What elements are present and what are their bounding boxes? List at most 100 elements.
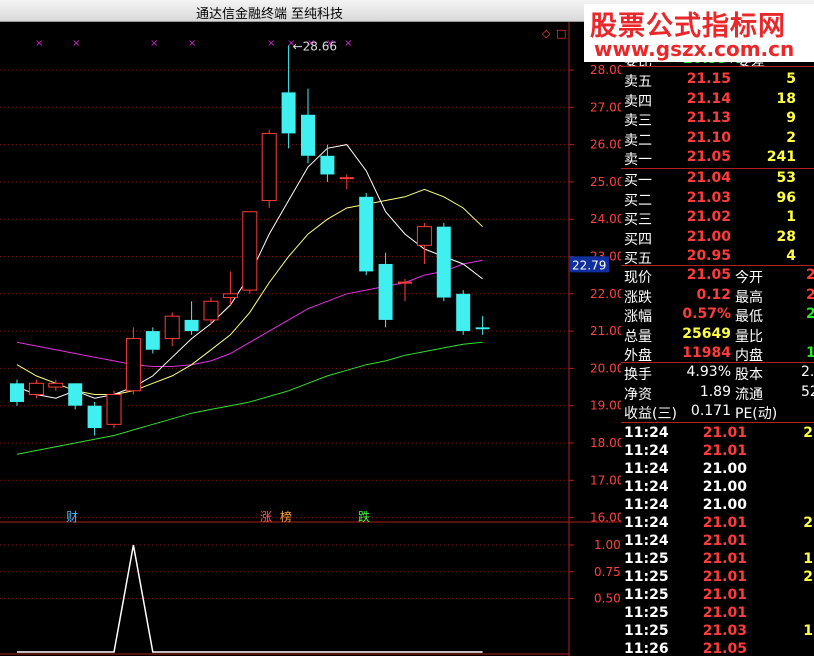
tick-volume: 2 [803,515,813,531]
candle-body [87,405,102,429]
candle-body [222,293,238,299]
stat-value: 2. [801,364,814,380]
tick-time: 11:24 [624,425,669,441]
buy-price: 21.03 [686,189,731,206]
marker-die: 跌 [358,509,370,524]
sell-volume: 18 [776,90,796,107]
stat-row: 外盘 11984 内盘 1 [621,344,814,364]
candle-body [106,394,122,425]
stat-value: 0.57% [682,306,731,323]
marker-cai: 财 [66,510,78,524]
tick-time: 11:25 [624,587,669,603]
event-marker-icon: × [72,38,80,49]
stat-row: 净资 1.89流通 52 [621,383,814,403]
tick-price: 21.00 [702,479,747,495]
sell-price: 21.15 [686,71,731,87]
buy-row: 买二 21.03 96 [621,189,814,209]
peak-price-label: ←28.66 [293,39,337,53]
price-tick-label: 25.00 [590,175,621,189]
candle-body [320,155,335,175]
buy-label: 买四 [624,231,652,248]
tick-price: 21.01 [702,443,747,459]
diamond-icon: ◇ [542,27,551,40]
buy-label: 买一 [624,173,652,189]
candle-body [281,92,296,134]
stat-label: 总量 [624,328,652,345]
stat-value: 2 [806,286,814,303]
tick-time: 11:24 [624,443,669,459]
stat-value: 4.93% [686,364,731,380]
candle-body [242,211,258,291]
sell-volume: 9 [786,110,796,127]
sell-label: 卖四 [624,93,652,110]
sell-row: 卖二 21.10 2 [621,129,814,149]
tick-time: 11:25 [624,605,669,621]
tick-volume: 2 [803,425,813,441]
watermark-line2: www.gszx.com.cn [594,37,795,61]
stat-value: 2 [806,267,814,283]
sell-row: 卖五 21.15 5 [621,70,814,90]
sell-label: 卖一 [624,152,652,169]
buy-volume: 1 [786,209,796,226]
tick-price: 21.01 [702,605,747,621]
sell-label: 卖五 [624,74,652,90]
buy-volume: 53 [776,170,796,186]
buy-label: 买三 [624,212,652,229]
price-tick-label: 26.00 [590,138,621,152]
candle-body [378,263,393,320]
tick-row: 11:25 21.01 2 [621,568,814,587]
stat-label: 最低 [735,309,763,326]
sell-price: 21.14 [686,90,731,107]
candle-body [145,331,160,350]
ma-line-green [16,341,483,455]
crosshair-value: 22.79 [572,258,606,272]
buy-price: 20.95 [686,248,731,265]
stat-value: 1.89 [699,383,731,400]
tick-time: 11:25 [624,623,669,639]
quote-panel: 委比20.99%委差卖五21.155卖四21.1418卖三21.139卖二21.… [621,22,814,656]
tick-volume: 2 [803,569,813,585]
price-tick-label: 24.00 [590,212,621,226]
buy-volume: 96 [776,189,796,206]
tick-row: 11:25 21.01 1 [621,550,814,569]
buy-price: 21.02 [686,209,731,226]
square-icon: □ [556,27,566,40]
vendor-title: 至纯科技 [291,7,344,22]
tick-time: 11:24 [624,533,669,549]
sell-volume: 2 [786,129,796,146]
sell-price: 21.05 [686,149,731,166]
tick-price: 21.00 [702,497,747,513]
marker-bang: 榜 [280,509,292,524]
price-tick-label: 22.00 [590,287,621,301]
candle-body [301,114,315,156]
candle-body [436,226,451,298]
tick-time: 11:24 [624,479,669,495]
candle-body [359,196,374,272]
stat-label: 涨幅 [624,309,652,326]
tick-price: 21.00 [702,461,747,477]
candle-body [48,382,64,388]
stat-label: 换手 [624,367,652,383]
sell-volume: 241 [766,149,796,166]
candle-body [203,300,219,321]
tick-price: 21.01 [702,569,747,585]
candle-body [125,338,141,392]
indicator-tick-label: 0.75 [594,565,621,579]
tick-row: 11:26 21.05 [621,640,814,656]
panel-divider [621,422,814,423]
stat-value: 0.171 [690,403,731,420]
buy-label: 买二 [624,192,652,209]
price-chart[interactable]: 28.0027.0026.0025.0024.0023.0022.0021.00… [0,22,621,656]
tick-price: 21.01 [702,533,747,549]
tick-price: 21.05 [702,641,747,656]
stat-label: 涨跌 [624,289,652,306]
stat-value: 21.05 [686,267,731,283]
tick-row: 11:24 21.01 [621,442,814,461]
tick-price: 21.01 [702,515,747,531]
buy-row: 买三 21.02 1 [621,208,814,229]
panel-divider [621,66,814,67]
tick-row: 11:24 21.01 [621,532,814,551]
stat-value: 0.12 [696,286,731,303]
buy-price: 21.00 [686,228,731,245]
buy-row: 买四 21.00 28 [621,228,814,248]
